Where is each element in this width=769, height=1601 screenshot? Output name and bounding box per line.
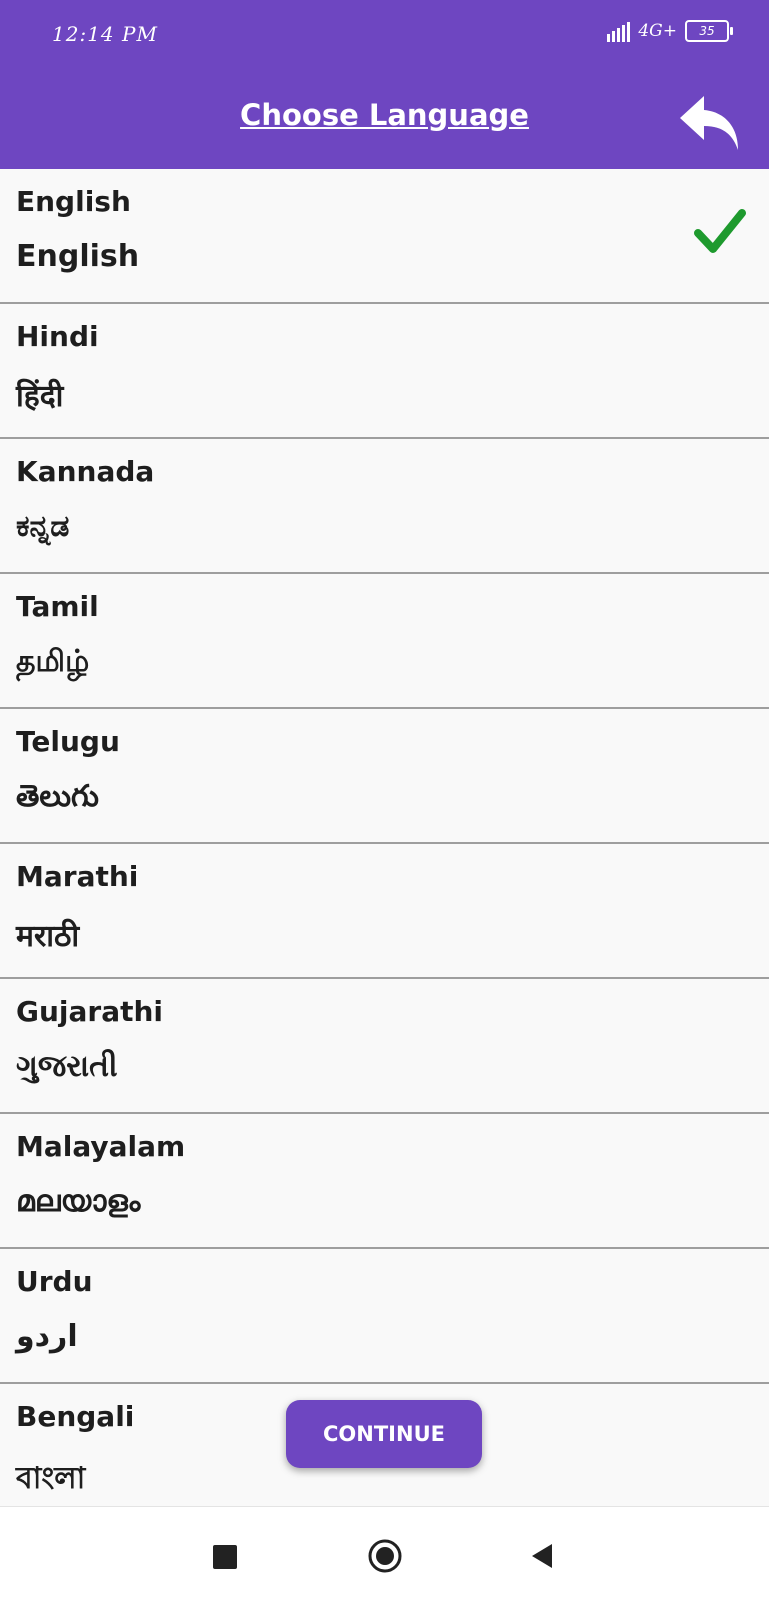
language-native-name: தமிழ்	[16, 644, 90, 679]
language-name: Tamil	[16, 590, 99, 623]
language-item[interactable]: Kannada ಕನ್ನಡ	[0, 439, 769, 574]
language-list: English English Hindi हिंदी Kannada ಕನ್ನಡ Tami…	[0, 169, 769, 1519]
battery-level: 35	[699, 24, 715, 38]
language-native-name: తెలుగు	[16, 779, 99, 814]
language-native-name: मराठी	[16, 919, 80, 954]
language-name: Kannada	[16, 455, 155, 488]
page-title: Choose Language	[240, 98, 529, 132]
status-time: 12:14 PM	[52, 22, 158, 46]
language-native-name: ಕನ್ನಡ	[16, 509, 70, 544]
language-native-name: हिंदी	[16, 379, 64, 414]
battery-icon: 35	[685, 20, 733, 42]
language-item[interactable]: Urdu اردو	[0, 1249, 769, 1384]
square-icon[interactable]	[213, 1545, 237, 1569]
status-icons: 4G+ 35	[607, 20, 733, 42]
checkmark-icon	[694, 205, 746, 257]
language-item[interactable]: Tamil தமிழ்	[0, 574, 769, 709]
language-native-name: English	[16, 239, 140, 274]
language-native-name: മലയാളം	[16, 1184, 141, 1219]
triangle-back-icon[interactable]	[530, 1542, 554, 1570]
language-native-name: اردو	[16, 1319, 78, 1354]
language-native-name: বাংলা	[16, 1461, 86, 1496]
language-item[interactable]: Telugu తెలుగు	[0, 709, 769, 844]
language-name: Gujarathi	[16, 995, 164, 1028]
language-item[interactable]: Gujarathi ગુજરાતી	[0, 979, 769, 1114]
language-name: Hindi	[16, 320, 99, 353]
continue-button[interactable]: CONTINUE	[286, 1400, 482, 1468]
language-item[interactable]: Malayalam മലയാളം	[0, 1114, 769, 1249]
app-bar: 12:14 PM 4G+ 35 Choose Language	[0, 0, 769, 169]
language-item[interactable]: English English	[0, 169, 769, 304]
signal-icon	[607, 20, 631, 42]
language-name: Bengali	[16, 1400, 135, 1433]
language-name: English	[16, 185, 131, 218]
network-type: 4G+	[638, 21, 677, 41]
language-name: Urdu	[16, 1265, 93, 1298]
language-name: Telugu	[16, 725, 120, 758]
language-item[interactable]: Hindi हिंदी	[0, 304, 769, 439]
system-nav-bar	[0, 1506, 769, 1601]
back-arrow-icon[interactable]	[678, 92, 742, 156]
language-native-name: ગુજરાતી	[16, 1049, 118, 1084]
language-name: Malayalam	[16, 1130, 186, 1163]
circle-home-icon[interactable]	[367, 1538, 403, 1574]
language-item[interactable]: Marathi मराठी	[0, 844, 769, 979]
language-name: Marathi	[16, 860, 139, 893]
